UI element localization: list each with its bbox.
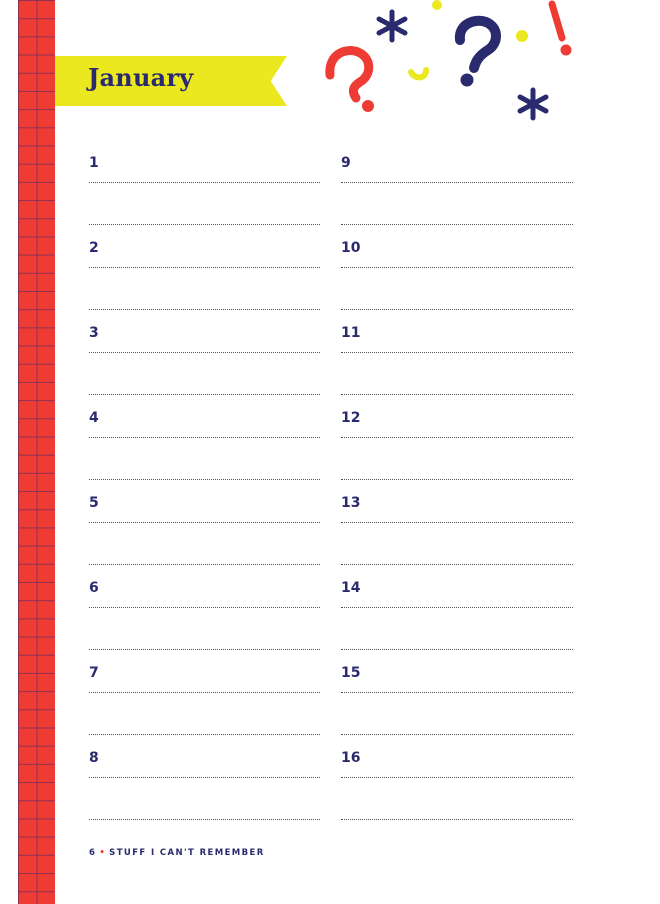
- day-entry: 9: [341, 155, 573, 225]
- write-line[interactable]: [89, 309, 320, 310]
- day-entry: 11: [341, 325, 573, 395]
- day-entry: 5: [89, 495, 320, 565]
- day-entry: 12: [341, 410, 573, 480]
- day-entry: 14: [341, 580, 573, 650]
- write-line[interactable]: [89, 394, 320, 395]
- write-line[interactable]: [89, 437, 320, 438]
- day-number: 1: [89, 155, 99, 171]
- day-number: 14: [341, 580, 361, 596]
- write-line[interactable]: [89, 649, 320, 650]
- comma-yellow-icon: [408, 67, 429, 81]
- question-mark-navy-icon: [454, 15, 501, 87]
- day-number: 8: [89, 750, 99, 766]
- write-line[interactable]: [341, 692, 573, 693]
- dot-yellow-icon: [432, 0, 442, 10]
- day-number: 4: [89, 410, 99, 426]
- write-line[interactable]: [341, 734, 573, 735]
- write-line[interactable]: [341, 649, 573, 650]
- write-line[interactable]: [341, 309, 573, 310]
- day-entry: 13: [341, 495, 573, 565]
- day-number: 6: [89, 580, 99, 596]
- day-entry: 8: [89, 750, 320, 820]
- exclamation-red-icon: [548, 0, 572, 56]
- day-entry: 3: [89, 325, 320, 395]
- day-number: 16: [341, 750, 361, 766]
- asterisk-navy-icon: [376, 9, 408, 43]
- red-grid-margin: [18, 0, 55, 904]
- write-line[interactable]: [341, 394, 573, 395]
- dot-yellow-icon: [516, 30, 528, 42]
- write-line[interactable]: [89, 607, 320, 608]
- write-line[interactable]: [89, 564, 320, 565]
- write-line[interactable]: [341, 564, 573, 565]
- day-number: 11: [341, 325, 361, 341]
- day-number: 10: [341, 240, 361, 256]
- question-mark-red-icon: [325, 46, 374, 112]
- write-line[interactable]: [89, 777, 320, 778]
- day-number: 3: [89, 325, 99, 341]
- write-line[interactable]: [89, 479, 320, 480]
- write-line[interactable]: [341, 479, 573, 480]
- footer-bullet: •: [99, 848, 107, 858]
- page-number: 6: [89, 848, 97, 858]
- write-line[interactable]: [89, 692, 320, 693]
- write-line[interactable]: [341, 182, 573, 183]
- day-entry: 1: [89, 155, 320, 225]
- day-number: 13: [341, 495, 361, 511]
- write-line[interactable]: [89, 267, 320, 268]
- day-number: 5: [89, 495, 99, 511]
- day-number: 2: [89, 240, 99, 256]
- day-entry: 15: [341, 665, 573, 735]
- day-entry: 10: [341, 240, 573, 310]
- day-entry: 4: [89, 410, 320, 480]
- day-number: 15: [341, 665, 361, 681]
- day-entry: 6: [89, 580, 320, 650]
- write-line[interactable]: [341, 819, 573, 820]
- write-line[interactable]: [341, 224, 573, 225]
- write-line[interactable]: [341, 777, 573, 778]
- write-line[interactable]: [341, 437, 573, 438]
- write-line[interactable]: [89, 522, 320, 523]
- write-line[interactable]: [89, 734, 320, 735]
- write-line[interactable]: [89, 182, 320, 183]
- write-line[interactable]: [341, 267, 573, 268]
- day-entry: 7: [89, 665, 320, 735]
- write-line[interactable]: [341, 352, 573, 353]
- asterisk-navy-icon: [517, 87, 549, 121]
- page-footer: 6 • STUFF I CAN'T REMEMBER: [89, 848, 265, 858]
- decorative-symbols: [325, 0, 572, 121]
- day-number: 7: [89, 665, 99, 681]
- day-entry: 2: [89, 240, 320, 310]
- day-entry: 16: [341, 750, 573, 820]
- book-title: STUFF I CAN'T REMEMBER: [109, 848, 265, 858]
- day-number: 9: [341, 155, 351, 171]
- write-line[interactable]: [341, 607, 573, 608]
- write-line[interactable]: [89, 352, 320, 353]
- day-number: 12: [341, 410, 361, 426]
- write-line[interactable]: [89, 819, 320, 820]
- write-line[interactable]: [89, 224, 320, 225]
- write-line[interactable]: [341, 522, 573, 523]
